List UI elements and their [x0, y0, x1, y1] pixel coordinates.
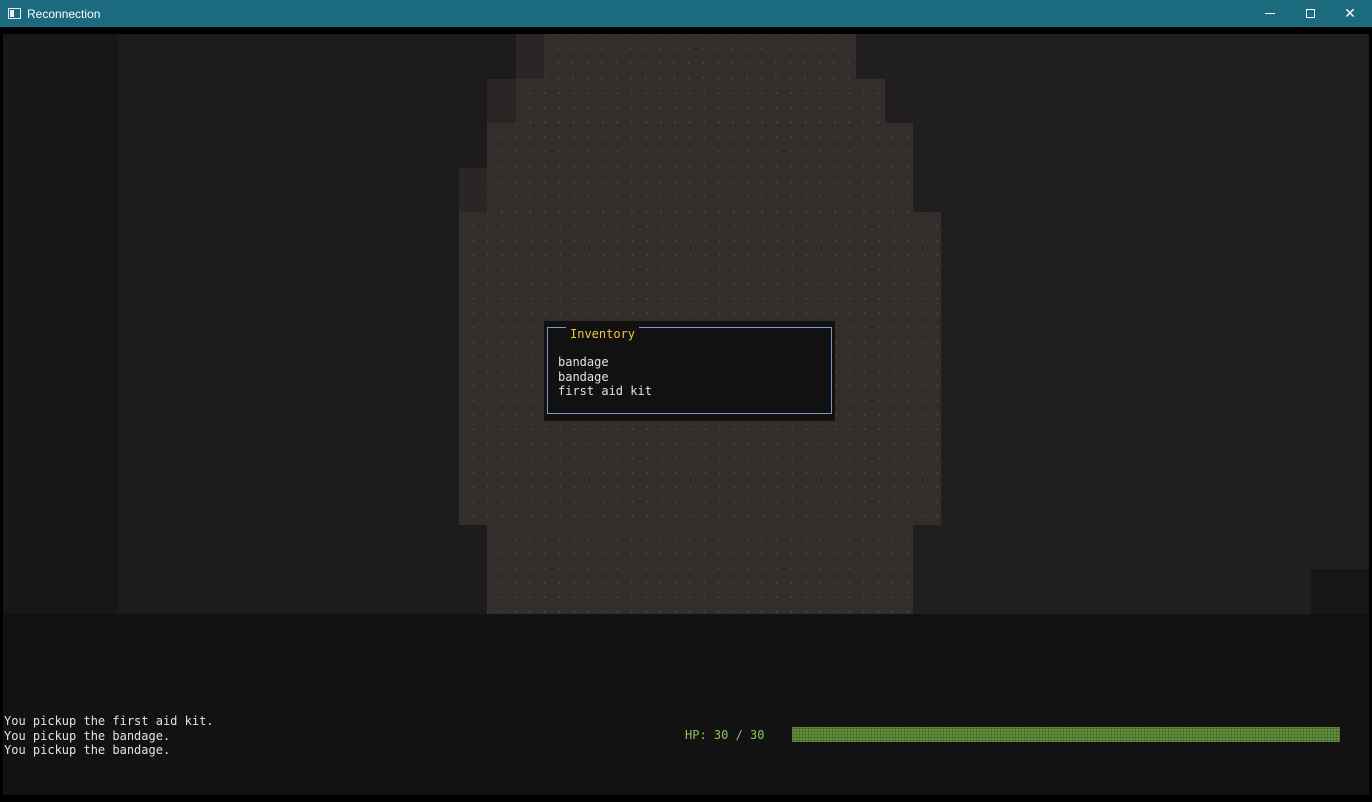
message-log: You pickup the first aid kit. You pickup…: [4, 714, 214, 758]
game-area: Inventory bandage bandage first aid kit …: [0, 27, 1372, 802]
inventory-list: bandage bandage first aid kit: [558, 355, 652, 399]
map-visible-floor: [544, 34, 856, 79]
dungeon-map: Inventory bandage bandage first aid kit: [3, 34, 1369, 614]
inventory-item[interactable]: bandage: [558, 370, 652, 385]
message-line: You pickup the first aid kit.: [4, 714, 214, 728]
map-wall: [1311, 569, 1369, 614]
title-bar[interactable]: Reconnection ✕: [0, 0, 1372, 27]
close-button[interactable]: ✕: [1330, 0, 1370, 27]
map-explored-floor: [856, 569, 1311, 614]
game-window: Reconnection ✕ Inventory bandage bandage…: [0, 0, 1372, 802]
close-icon: ✕: [1344, 5, 1356, 22]
message-line: You pickup the bandage.: [4, 728, 171, 743]
map-explored-floor: [118, 34, 516, 614]
hp-bar-fill: [792, 727, 1340, 742]
terminal-window-icon: [8, 8, 21, 19]
map-visible-floor: [487, 168, 913, 212]
maximize-button[interactable]: [1290, 0, 1330, 27]
window-title: Reconnection: [27, 7, 101, 21]
hp-bar: [792, 727, 1340, 742]
minimize-icon: [1265, 13, 1275, 14]
message-line: You pickup the bandage.: [4, 743, 171, 757]
map-visible-floor: [487, 525, 913, 614]
map-visible-wall: [459, 168, 487, 212]
map-visible-wall: [516, 34, 544, 79]
inventory-item[interactable]: first aid kit: [558, 384, 652, 399]
inventory-panel[interactable]: Inventory bandage bandage first aid kit: [544, 321, 835, 421]
map-wall: [3, 34, 118, 614]
hp-label: HP: 30 / 30: [685, 728, 765, 742]
maximize-icon: [1305, 9, 1315, 18]
game-viewport[interactable]: Inventory bandage bandage first aid kit …: [3, 34, 1369, 795]
inventory-title: Inventory: [566, 327, 640, 341]
map-visible-floor: [487, 123, 913, 168]
inventory-item[interactable]: bandage: [558, 355, 652, 370]
map-visible-floor: [516, 79, 885, 123]
minimize-button[interactable]: [1250, 0, 1290, 27]
map-visible-wall: [487, 79, 516, 123]
